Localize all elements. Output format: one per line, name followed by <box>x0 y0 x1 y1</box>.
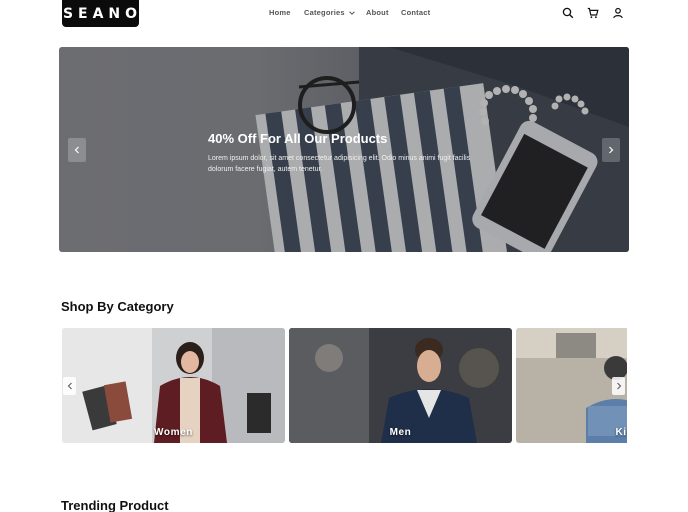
nav-contact[interactable]: Contact <box>401 8 430 17</box>
cart-icon[interactable] <box>587 7 599 19</box>
category-label-kids: Kids <box>615 427 627 438</box>
nav-home[interactable]: Home <box>269 8 291 17</box>
hero-title: 40% Off For All Our Products <box>208 131 388 146</box>
chevron-left-icon <box>67 382 72 390</box>
chevron-down-icon <box>348 10 355 15</box>
category-next-button[interactable] <box>612 377 625 395</box>
category-image-men <box>289 328 512 443</box>
category-image-women <box>62 328 285 443</box>
user-icon[interactable] <box>612 7 624 19</box>
nav-categories-label: Categories <box>304 8 345 17</box>
hero-overlay <box>59 47 629 252</box>
site-header: SEANO Home Categories About Contact <box>0 0 688 28</box>
hero-description: Lorem ipsum dolor, sit amet consectetur … <box>208 155 471 173</box>
category-card-women[interactable]: Women <box>62 328 285 443</box>
nav-about[interactable]: About <box>366 8 389 17</box>
category-label-men: Men <box>389 427 412 438</box>
hero-next-button[interactable] <box>602 138 620 162</box>
category-image-kids <box>516 328 627 443</box>
category-card-kids[interactable]: Kids <box>516 328 627 443</box>
brand-logo[interactable]: SEANO <box>62 0 139 27</box>
hero-prev-button[interactable] <box>68 138 86 162</box>
category-card-men[interactable]: Men <box>289 328 512 443</box>
category-section-title: Shop By Category <box>61 299 174 314</box>
chevron-left-icon <box>74 146 79 154</box>
nav-categories[interactable]: Categories <box>304 8 356 17</box>
trending-section-title: Trending Product <box>61 498 169 512</box>
category-carousel: Women Men Kids <box>62 328 627 443</box>
chevron-right-icon <box>616 382 621 390</box>
category-prev-button[interactable] <box>63 377 76 395</box>
category-label-women: Women <box>154 427 193 438</box>
search-icon[interactable] <box>562 7 574 19</box>
chevron-right-icon <box>609 146 614 154</box>
hero-banner: 40% Off For All Our Products Lorem ipsum… <box>59 47 629 252</box>
